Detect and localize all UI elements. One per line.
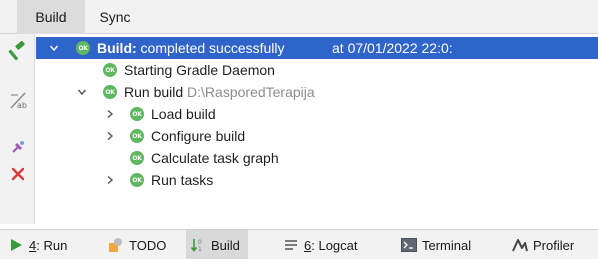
project-path: D:\RasporedTerapija <box>187 84 315 100</box>
bottom-tool-bar: 4: Run TODO 0 1 Build 6: Logcat Termina… <box>0 229 598 259</box>
run-key: 4 <box>29 237 37 253</box>
tree-row[interactable]: OK Configure build <box>36 125 598 147</box>
build-prefix: Build: <box>97 40 137 56</box>
tree-row[interactable]: OK Calculate task graph <box>36 147 598 169</box>
tree-row-label: Starting Gradle Daemon <box>124 62 275 78</box>
ok-status-icon: OK <box>130 173 144 187</box>
run-icon <box>8 237 24 253</box>
chevron-down-icon[interactable] <box>76 86 88 98</box>
todo-icon <box>108 237 124 253</box>
close-icon[interactable] <box>5 161 31 187</box>
tree-row-label: Calculate task graph <box>151 150 279 166</box>
tab-terminal[interactable]: Terminal <box>401 230 471 259</box>
tool-window-tab-bar: Build Sync <box>0 0 598 34</box>
tree-row[interactable]: OK Run tasks <box>36 169 598 191</box>
run-build-text: Run build <box>124 84 184 100</box>
svg-text:ab: ab <box>17 101 27 110</box>
tree-row-label: Run tasks <box>151 172 214 188</box>
chevron-right-icon[interactable] <box>104 174 116 186</box>
pin-icon[interactable] <box>5 134 31 160</box>
tree-row[interactable]: OK Starting Gradle Daemon <box>36 59 598 81</box>
tree-row-build-status[interactable]: OK Build: completed successfully at 07/0… <box>36 37 598 59</box>
tab-build[interactable]: Build <box>17 0 85 34</box>
ok-status-icon: OK <box>103 63 117 77</box>
svg-text:1: 1 <box>198 246 202 253</box>
ok-status-icon: OK <box>130 107 144 121</box>
soft-wrap-icon[interactable]: ab <box>5 87 31 113</box>
tree-row[interactable]: OK Load build <box>36 103 598 125</box>
build-timestamp: at 07/01/2022 22:0: <box>332 40 453 56</box>
profiler-label: Profiler <box>533 237 575 253</box>
ok-status-icon: OK <box>76 41 90 55</box>
build-icon: 0 1 <box>190 237 206 253</box>
build-output-tree: OK Build: completed successfully at 07/0… <box>36 35 598 224</box>
tree-row-label: Load build <box>151 106 216 122</box>
ok-status-icon: OK <box>130 129 144 143</box>
logcat-key: 6 <box>304 237 312 253</box>
chevron-right-icon[interactable] <box>104 130 116 142</box>
logcat-icon <box>283 237 299 253</box>
hammer-icon[interactable] <box>5 38 31 64</box>
logcat-label: : Logcat <box>311 237 358 253</box>
build-label: Build <box>211 237 240 253</box>
tab-build-bottom[interactable]: 0 1 Build <box>186 230 248 259</box>
tree-row-label: Configure build <box>151 128 246 144</box>
tab-logcat[interactable]: 6: Logcat <box>283 230 358 259</box>
run-label: : Run <box>36 237 68 253</box>
tab-sync[interactable]: Sync <box>88 0 142 34</box>
svg-text:0: 0 <box>198 239 202 246</box>
ok-status-icon: OK <box>103 85 117 99</box>
tree-row-label: Run build D:\RasporedTerapija <box>124 84 315 100</box>
tree-row-label: Build: completed successfully <box>97 40 285 56</box>
terminal-label: Terminal <box>422 237 472 253</box>
tab-todo[interactable]: TODO <box>108 230 166 259</box>
build-status-text: completed successfully <box>136 40 285 56</box>
todo-label: TODO <box>129 237 167 253</box>
chevron-down-icon[interactable] <box>48 42 60 54</box>
tab-profiler[interactable]: Profiler <box>512 230 574 259</box>
left-toolbar: ab <box>0 34 35 224</box>
ok-status-icon: OK <box>130 151 144 165</box>
profiler-icon <box>512 237 528 253</box>
tree-row[interactable]: OK Run build D:\RasporedTerapija <box>36 81 598 103</box>
tab-run[interactable]: 4: Run <box>8 230 67 259</box>
chevron-right-icon[interactable] <box>104 108 116 120</box>
terminal-icon <box>401 237 417 253</box>
